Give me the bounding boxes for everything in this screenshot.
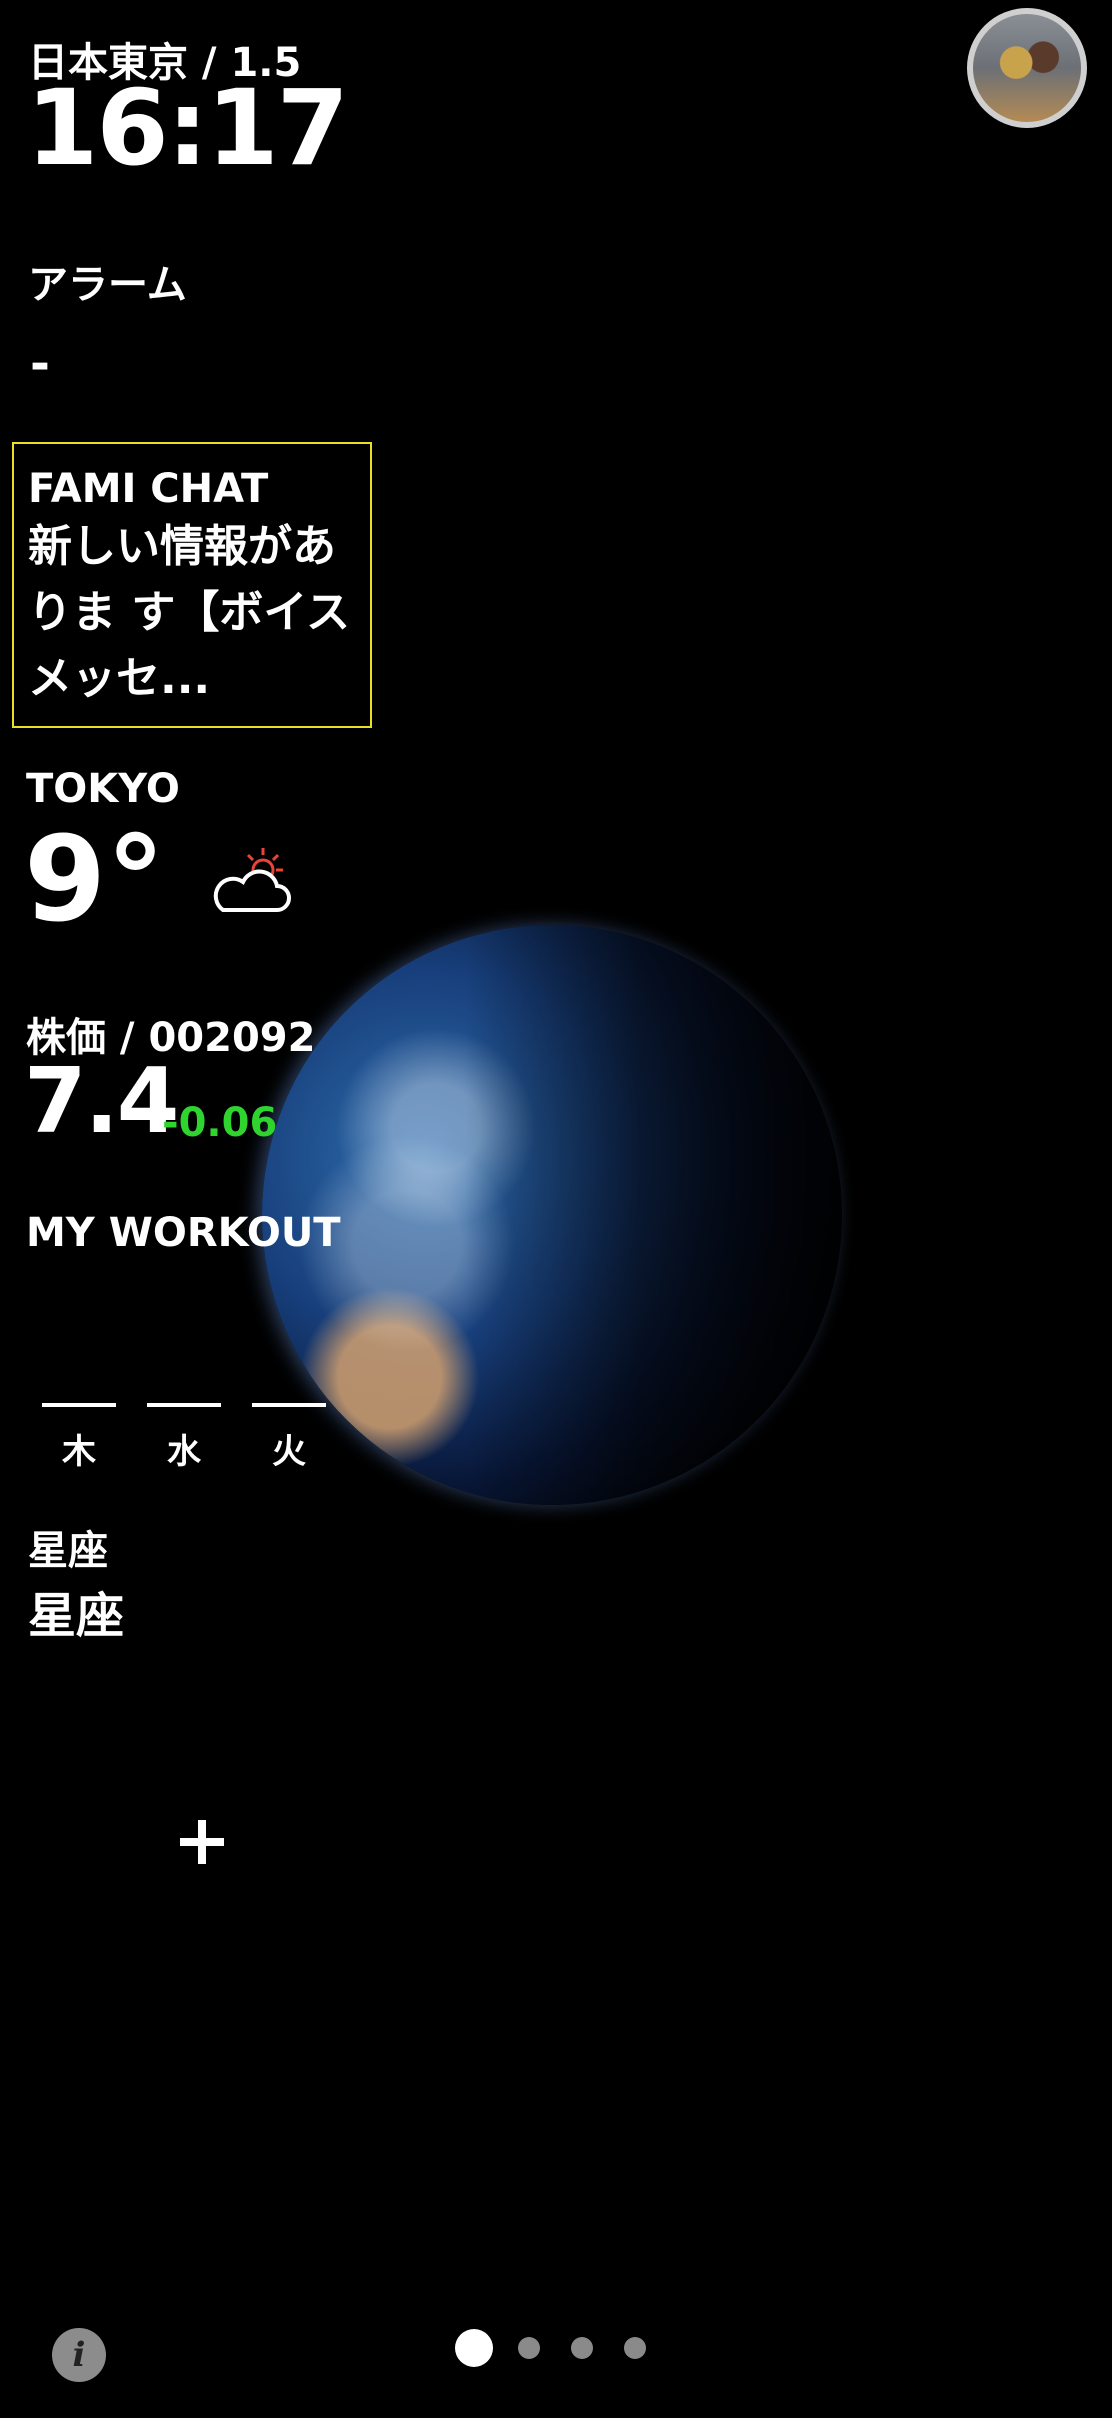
page-indicator-dot[interactable]: [624, 2337, 646, 2359]
avatar[interactable]: [967, 8, 1087, 128]
earth-shadow: [262, 925, 842, 1505]
stock-change: -0.06: [162, 1100, 278, 1146]
zodiac-title[interactable]: 星座: [28, 1518, 108, 1576]
workout-day-bar: [42, 1403, 116, 1407]
page-indicator-dot[interactable]: [518, 2337, 540, 2359]
zodiac-value: 星座: [28, 1588, 125, 1644]
clock-time[interactable]: 16:17: [26, 76, 349, 180]
info-icon[interactable]: i: [52, 2328, 106, 2382]
weather-temperature: 9°: [24, 810, 166, 948]
workout-day-bar: [147, 1403, 221, 1407]
workout-label[interactable]: MY WORKOUT: [26, 1210, 341, 1256]
chat-title: FAMI CHAT: [28, 466, 269, 512]
chat-widget[interactable]: FAMI CHAT 新しい情報がありま す【ボイスメッセ...: [12, 442, 372, 728]
alarm-label[interactable]: アラーム: [28, 252, 187, 310]
workout-day-label: 木: [62, 1432, 96, 1472]
workout-day-label: 水: [167, 1432, 201, 1472]
plus-icon[interactable]: [172, 1812, 232, 1872]
chat-message: 新しい情報がありま す【ボイスメッセ...: [28, 521, 350, 704]
stock-price: 7.4: [24, 1049, 179, 1154]
page-indicator-dot-active[interactable]: [455, 2329, 493, 2367]
workout-day-label: 火: [272, 1432, 306, 1472]
page-indicator-dot[interactable]: [571, 2337, 593, 2359]
partly-cloudy-sun-icon: [213, 848, 291, 912]
workout-day-bar: [252, 1403, 326, 1407]
alarm-value: -: [30, 336, 50, 392]
weather-city[interactable]: TOKYO: [26, 766, 180, 812]
